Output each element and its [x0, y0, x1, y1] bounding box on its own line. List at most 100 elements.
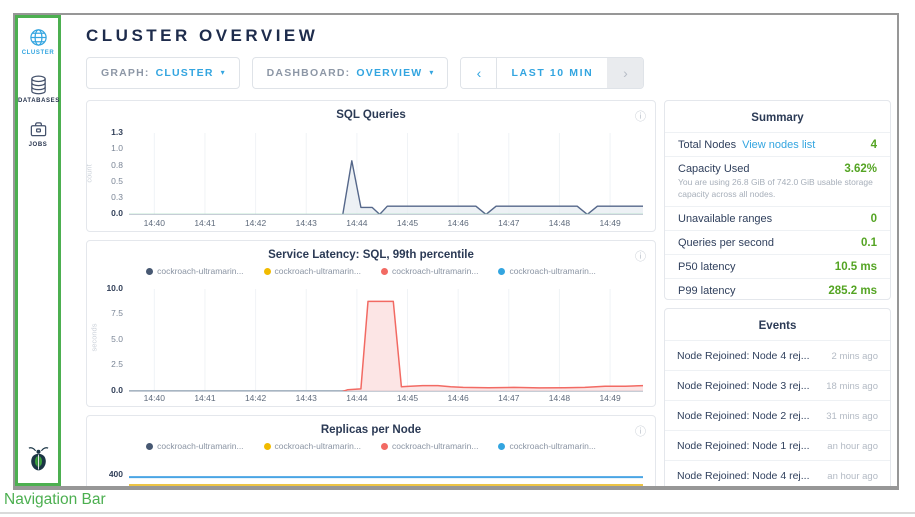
summary-value: 0	[871, 213, 877, 225]
database-icon	[29, 75, 48, 95]
legend-item[interactable]: cockroach-ultramarin...	[264, 441, 361, 451]
sidebar-item-jobs[interactable]: JOBS	[18, 120, 58, 148]
y-axis-ticks: 400	[91, 470, 123, 486]
legend-dot-icon	[264, 268, 271, 275]
legend-dot-icon	[264, 443, 271, 450]
info-icon[interactable]: ⓘ	[635, 423, 646, 439]
summary-value: 10.5 ms	[835, 261, 877, 273]
dashboard-selector-value: OVERVIEW	[356, 67, 422, 79]
axis-tick: 14:41	[194, 218, 215, 228]
legend-item[interactable]: cockroach-ultramarin...	[146, 266, 243, 276]
legend-item[interactable]: cockroach-ultramarin...	[381, 441, 478, 451]
info-icon[interactable]: ⓘ	[635, 248, 646, 264]
sidebar-item-cluster[interactable]: CLUSTER	[18, 28, 58, 56]
axis-tick: 14:48	[549, 218, 570, 228]
legend-item[interactable]: cockroach-ultramarin...	[264, 266, 361, 276]
axis-tick: 14:45	[397, 218, 418, 228]
plot-area[interactable]	[129, 289, 643, 392]
summary-panel: Summary Total Nodes View nodes list 4 Ca…	[664, 100, 891, 300]
summary-row-capacity: Capacity Used 3.62% You are using 26.8 G…	[665, 156, 890, 206]
event-row[interactable]: Node Rejoined: Node 4 rej... an hour ago	[665, 460, 890, 490]
globe-icon	[29, 28, 48, 47]
events-title: Events	[665, 309, 890, 340]
event-row[interactable]: Node Rejoined: Node 1 rej... an hour ago	[665, 430, 890, 460]
axis-tick: 14:43	[296, 218, 317, 228]
time-prev-button[interactable]: ‹	[461, 58, 497, 88]
axis-tick: 2.5	[111, 360, 123, 369]
chart-title: SQL Queries	[87, 101, 655, 121]
legend-label: cockroach-ultramarin...	[275, 266, 361, 276]
axis-tick: 14:40	[144, 218, 165, 228]
dashboard-selector[interactable]: DASHBOARD: OVERVIEW ▾	[252, 57, 449, 89]
page-title: CLUSTER OVERVIEW	[86, 26, 318, 46]
legend-label: cockroach-ultramarin...	[157, 441, 243, 451]
chart-title: Service Latency: SQL, 99th percentile	[87, 241, 655, 261]
x-axis-ticks: 14:4014:4114:4214:4314:4414:4514:4614:47…	[129, 392, 643, 404]
axis-tick: 14:49	[599, 218, 620, 228]
axis-tick: 14:40	[144, 393, 165, 403]
time-range-label[interactable]: LAST 10 MIN	[497, 58, 607, 88]
plot-area[interactable]	[129, 464, 643, 490]
legend-dot-icon	[498, 268, 505, 275]
y-axis-ticks: 1.31.00.80.50.30.0	[91, 128, 123, 218]
graph-selector-label: GRAPH:	[101, 67, 150, 79]
summary-row-total-nodes: Total Nodes View nodes list 4	[665, 132, 890, 156]
summary-row-p50: P50 latency 10.5 ms	[665, 254, 890, 278]
legend-item[interactable]: cockroach-ultramarin...	[146, 441, 243, 451]
time-next-button[interactable]: ›	[607, 58, 643, 88]
summary-row-qps: Queries per second 0.1	[665, 230, 890, 254]
chart-title: Replicas per Node	[87, 416, 655, 436]
legend-label: cockroach-ultramarin...	[392, 266, 478, 276]
legend-item[interactable]: cockroach-ultramarin...	[498, 441, 595, 451]
legend-label: cockroach-ultramarin...	[392, 441, 478, 451]
summary-value: 3.62%	[844, 163, 877, 175]
axis-tick: 0.3	[111, 193, 123, 202]
chevron-down-icon: ▾	[221, 69, 225, 77]
axis-tick: 14:48	[549, 393, 570, 403]
chart-sql-queries: SQL Queries ⓘ count 1.31.00.80.50.30.0 1…	[86, 100, 656, 232]
axis-tick: 14:46	[448, 393, 469, 403]
cockroachdb-logo[interactable]	[18, 445, 58, 477]
axis-tick: 14:49	[599, 393, 620, 403]
chart-service-latency: Service Latency: SQL, 99th percentile ⓘ …	[86, 240, 656, 407]
graph-selector[interactable]: GRAPH: CLUSTER ▾	[86, 57, 240, 89]
legend-item[interactable]: cockroach-ultramarin...	[381, 266, 478, 276]
summary-value: 285.2 ms	[828, 285, 877, 297]
axis-tick: 14:46	[448, 218, 469, 228]
chart-replicas-per-node: Replicas per Node ⓘ cockroach-ultramarin…	[86, 415, 656, 490]
summary-title: Summary	[665, 101, 890, 132]
capacity-subtext: You are using 26.8 GiB of 742.0 GiB usab…	[678, 177, 877, 201]
legend-label: cockroach-ultramarin...	[509, 441, 595, 451]
legend-dot-icon	[146, 268, 153, 275]
chevron-down-icon: ▾	[429, 69, 433, 77]
time-range-selector: ‹ LAST 10 MIN ›	[460, 57, 644, 89]
dashboard-selector-label: DASHBOARD:	[267, 67, 351, 79]
summary-value: 4	[871, 139, 877, 151]
legend-dot-icon	[381, 443, 388, 450]
sidebar-item-label: CLUSTER	[18, 50, 58, 56]
info-icon[interactable]: ⓘ	[635, 108, 646, 124]
axis-tick: 10.0	[106, 284, 123, 293]
sidebar-item-databases[interactable]: DATABASES	[18, 75, 58, 104]
event-row[interactable]: Node Rejoined: Node 2 rej... 31 mins ago	[665, 400, 890, 430]
axis-tick: 7.5	[111, 309, 123, 318]
plot-area[interactable]	[129, 133, 643, 215]
chart-legend: cockroach-ultramarin... cockroach-ultrama…	[87, 264, 655, 278]
cockroach-bug-icon	[26, 445, 51, 472]
axis-tick: 1.3	[111, 128, 123, 137]
main-content: CLUSTER OVERVIEW GRAPH: CLUSTER ▾ DASHBO…	[61, 15, 897, 486]
axis-tick: 14:42	[245, 218, 266, 228]
briefcase-icon	[29, 120, 48, 139]
legend-item[interactable]: cockroach-ultramarin...	[498, 266, 595, 276]
events-panel: Events Node Rejoined: Node 4 rej... 2 mi…	[664, 308, 891, 490]
axis-tick: 5.0	[111, 335, 123, 344]
summary-row-p99: P99 latency 285.2 ms	[665, 278, 890, 302]
view-nodes-list-link[interactable]: View nodes list	[742, 139, 815, 151]
axis-tick: 0.0	[111, 209, 123, 218]
sidebar-item-label: DATABASES	[18, 98, 58, 104]
event-row[interactable]: Node Rejoined: Node 4 rej... 2 mins ago	[665, 340, 890, 370]
axis-tick: 0.5	[111, 177, 123, 186]
axis-tick: 14:44	[346, 393, 367, 403]
event-row[interactable]: Node Rejoined: Node 3 rej... 18 mins ago	[665, 370, 890, 400]
axis-tick: 14:45	[397, 393, 418, 403]
